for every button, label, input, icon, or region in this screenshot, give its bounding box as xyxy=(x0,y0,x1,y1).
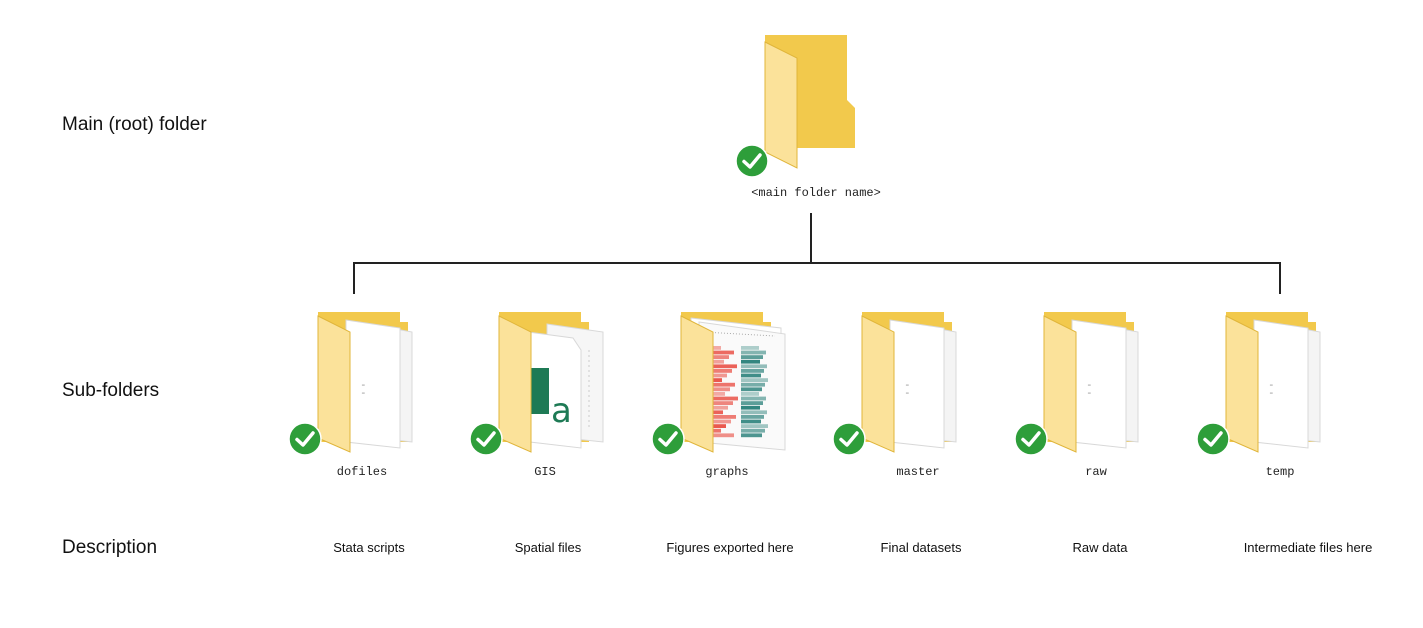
svg-text:-: - xyxy=(904,386,911,399)
check-icon xyxy=(651,422,685,456)
subfolder-description: Intermediate files here xyxy=(1243,540,1373,555)
subfolder-gis[interactable]: a xyxy=(469,310,619,490)
check-icon xyxy=(832,422,866,456)
svg-text:-: - xyxy=(1086,386,1093,399)
subfolder-description: Spatial files xyxy=(514,540,582,555)
subfolder-master[interactable]: - - xyxy=(832,310,982,490)
subfolder-raw[interactable]: - - xyxy=(1014,310,1164,490)
subfolder-name: master xyxy=(896,465,940,479)
root-folder-name: <main folder name> xyxy=(751,186,881,200)
subfolder-name: raw xyxy=(1085,465,1107,479)
subfolder-dofiles[interactable]: - - xyxy=(288,310,438,490)
check-icon xyxy=(1196,422,1230,456)
subfolder-name: temp xyxy=(1265,465,1295,479)
check-icon xyxy=(469,422,503,456)
subfolder-description: Figures exported here xyxy=(666,540,794,555)
svg-text:-: - xyxy=(1268,386,1275,399)
subfolder-name: graphs xyxy=(705,465,749,479)
subfolder-description: Final datasets xyxy=(880,540,962,555)
svg-text:-: - xyxy=(360,386,367,399)
root-folder[interactable] xyxy=(735,30,865,180)
svg-text:a: a xyxy=(551,391,572,431)
subfolder-description: Stata scripts xyxy=(333,540,405,555)
check-icon xyxy=(1014,422,1048,456)
check-icon xyxy=(735,144,769,178)
subfolder-graphs[interactable] xyxy=(651,310,801,490)
subfolder-temp[interactable]: - - xyxy=(1196,310,1346,490)
check-icon xyxy=(288,422,322,456)
subfolder-name: dofiles xyxy=(336,465,388,479)
subfolder-name: GIS xyxy=(534,465,556,479)
subfolder-description: Raw data xyxy=(1072,540,1128,555)
